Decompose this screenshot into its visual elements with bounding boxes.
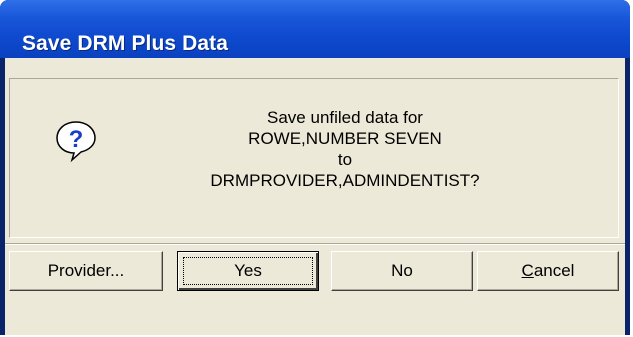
yes-button-label: Yes	[234, 261, 262, 280]
cancel-button-label: Cancel	[522, 261, 575, 281]
title-bar[interactable]: Save DRM Plus Data	[0, 0, 630, 58]
window-title: Save DRM Plus Data	[22, 32, 229, 55]
question-icon: ?	[54, 119, 98, 163]
dialog-body: ? Save unfiled data for ROWE,NUMBER SEVE…	[5, 58, 625, 335]
provider-button-label: Provider...	[47, 261, 125, 280]
message-line: ROWE,NUMBER SEVEN	[248, 129, 442, 148]
message-text: Save unfiled data for ROWE,NUMBER SEVEN …	[110, 107, 580, 191]
no-button-label: No	[391, 261, 413, 280]
cancel-label-rest: ancel	[533, 261, 575, 280]
divider	[5, 243, 625, 245]
focus-ring: Yes	[183, 257, 313, 285]
message-panel: ? Save unfiled data for ROWE,NUMBER SEVE…	[9, 78, 619, 238]
yes-button[interactable]: Yes	[177, 251, 319, 291]
cancel-mnemonic: C	[521, 261, 534, 280]
message-line: to	[337, 150, 353, 169]
no-button[interactable]: No	[331, 251, 473, 291]
cancel-button[interactable]: Cancel	[477, 251, 619, 291]
provider-button[interactable]: Provider...	[9, 251, 163, 291]
svg-text:?: ?	[69, 126, 84, 153]
message-line: Save unfiled data for	[267, 108, 423, 127]
message-line: DRMPROVIDER,ADMINDENTIST?	[210, 171, 480, 190]
dialog-window: Save DRM Plus Data ? Save unfiled data f…	[0, 0, 630, 335]
